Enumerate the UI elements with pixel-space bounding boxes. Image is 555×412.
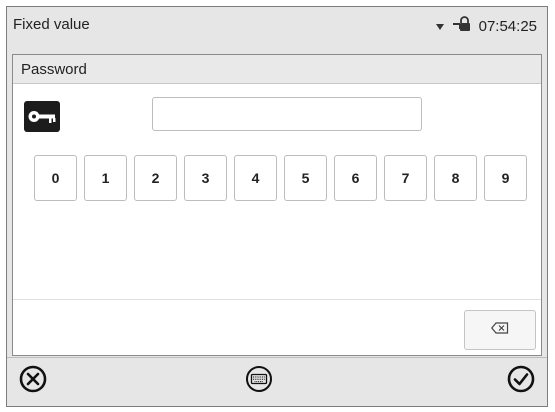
- digit-key-1[interactable]: 1: [84, 155, 127, 201]
- backspace-icon: [491, 321, 509, 339]
- dialog-title: Password: [21, 61, 87, 78]
- digit-key-4[interactable]: 4: [234, 155, 277, 201]
- confirm-button[interactable]: [501, 363, 541, 399]
- clock-time: 07:54:25: [478, 17, 537, 35]
- digit-key-3[interactable]: 3: [184, 155, 227, 201]
- app-frame: Fixed value 07:54:25 Password 0 1 2 3 4 …: [6, 6, 548, 407]
- digit-keypad: 0 1 2 3 4 5 6 7 8 9: [34, 155, 534, 201]
- footer-divider: [7, 357, 547, 358]
- digit-key-9[interactable]: 9: [484, 155, 527, 201]
- digit-key-5[interactable]: 5: [284, 155, 327, 201]
- password-dialog: Password 0 1 2 3 4 5 6 7 8 9: [12, 54, 542, 356]
- dialog-header: Password: [13, 55, 541, 84]
- digit-key-0[interactable]: 0: [34, 155, 77, 201]
- digit-key-2[interactable]: 2: [134, 155, 177, 201]
- status-right: 07:54:25: [435, 16, 537, 36]
- key-icon: [24, 101, 60, 132]
- confirm-icon: [507, 365, 535, 398]
- digit-key-6[interactable]: 6: [334, 155, 377, 201]
- cancel-icon: [19, 365, 47, 398]
- divider: [13, 299, 541, 300]
- backspace-button[interactable]: [464, 310, 536, 350]
- keyboard-button[interactable]: [239, 363, 279, 399]
- cancel-button[interactable]: [13, 363, 53, 399]
- password-input[interactable]: [152, 97, 422, 131]
- digit-key-7[interactable]: 7: [384, 155, 427, 201]
- status-bar: Fixed value 07:54:25: [7, 7, 547, 43]
- network-lock-icon: [452, 16, 471, 36]
- digit-key-8[interactable]: 8: [434, 155, 477, 201]
- dropdown-arrow-icon[interactable]: [435, 18, 445, 35]
- status-title: Fixed value: [13, 16, 90, 33]
- keyboard-icon: [245, 365, 273, 398]
